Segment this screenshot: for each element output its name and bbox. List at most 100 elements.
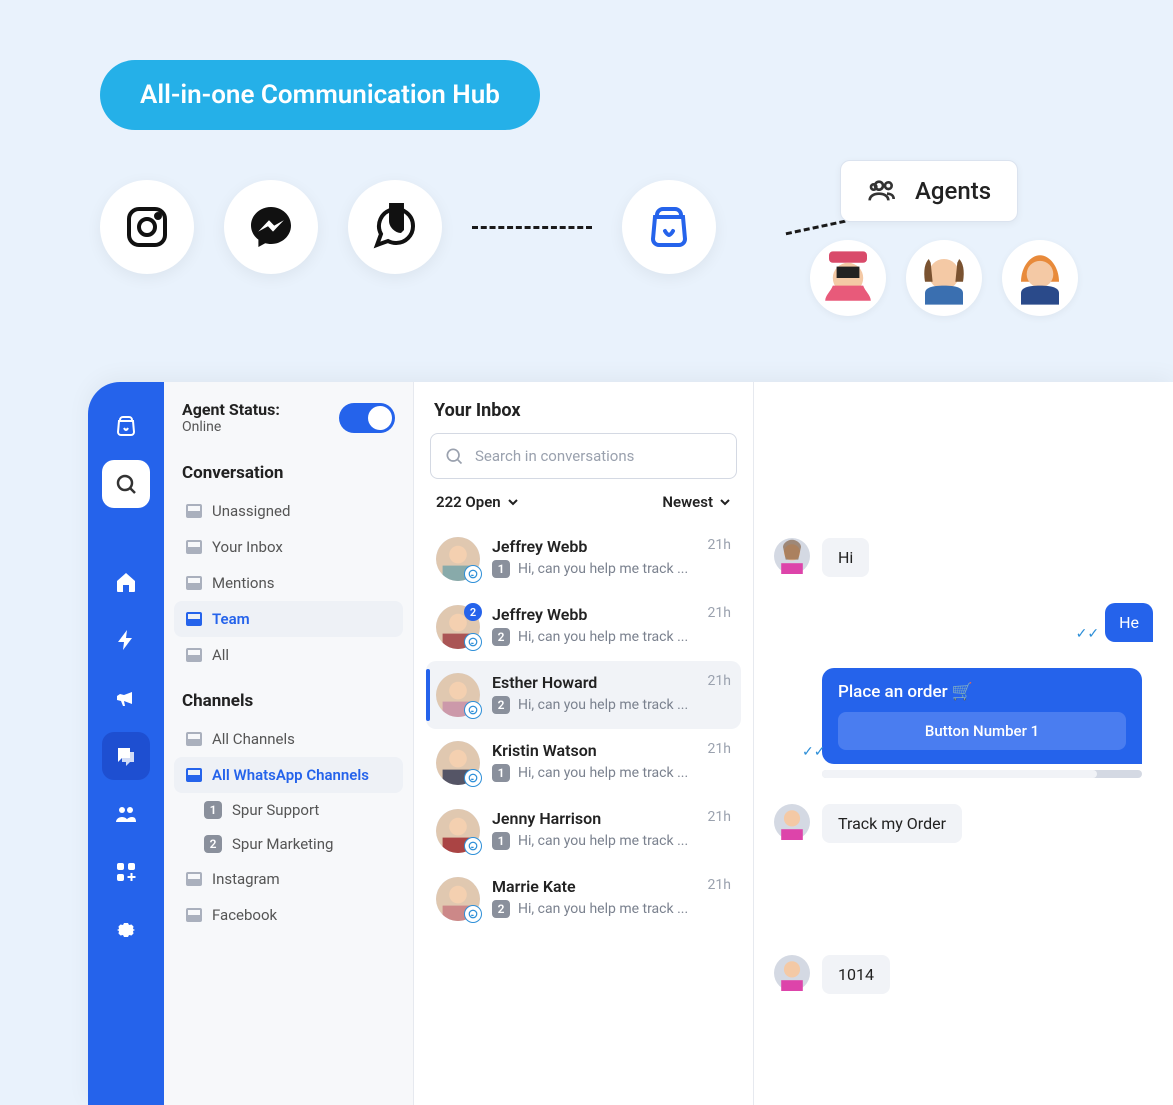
instagram-icon <box>100 180 194 274</box>
avatar <box>436 741 480 785</box>
sort-dropdown[interactable]: Newest <box>662 493 731 511</box>
rail-bolt[interactable] <box>102 616 150 664</box>
conversation-name: Marrie Kate <box>492 877 576 896</box>
conversation-name: Kristin Watson <box>492 741 597 760</box>
search-input[interactable] <box>430 433 737 479</box>
conversation-item[interactable]: Jeffrey Webb 21h 1 Hi, can you help me t… <box>426 525 741 593</box>
conversation-name: Esther Howard <box>492 673 597 692</box>
conversation-time: 21h <box>708 741 731 760</box>
search-icon <box>114 472 138 496</box>
avatar <box>436 537 480 581</box>
rail-apps[interactable] <box>102 848 150 896</box>
sidebar: Agent Status: Online Conversation Unassi… <box>164 382 414 1105</box>
incoming-message: Hi <box>774 538 1153 577</box>
agent-status-value: Online <box>182 419 280 435</box>
nav-all-channels[interactable]: All Channels <box>174 721 403 757</box>
filter-row: 222 Open Newest <box>426 493 741 525</box>
bolt-icon <box>114 628 138 652</box>
gear-icon <box>114 918 138 942</box>
nav-instagram[interactable]: Instagram <box>174 861 403 897</box>
conversation-item[interactable]: 2 Jeffrey Webb 21h 2 Hi, can you help me… <box>426 593 741 661</box>
card-message: ✓✓ Place an order 🛒 Button Number 1 <box>822 668 1142 764</box>
chevron-down-icon <box>719 496 731 508</box>
nav-spur-marketing[interactable]: 2Spur Marketing <box>174 827 403 861</box>
agent-avatar-1 <box>810 240 886 316</box>
inbox-icon <box>186 576 202 590</box>
incoming-message: 1014 <box>774 955 1153 994</box>
whatsapp-icon <box>348 180 442 274</box>
hero-pill: All-in-one Communication Hub <box>100 60 540 130</box>
outgoing-message: ✓✓ He <box>1076 603 1153 642</box>
avatar <box>436 673 480 717</box>
card-button[interactable]: Button Number 1 <box>838 712 1126 750</box>
read-receipt-icon: ✓✓ <box>1076 626 1099 642</box>
inbox-icon <box>186 504 202 518</box>
agent-avatar-2 <box>906 240 982 316</box>
home-icon <box>114 570 138 594</box>
conversation-name: Jeffrey Webb <box>492 537 587 556</box>
conversation-time: 21h <box>708 809 731 828</box>
message-bubble-out: He <box>1105 603 1153 642</box>
channel-badge: 1 <box>492 832 510 850</box>
rail-logo[interactable] <box>102 402 150 450</box>
rail-search[interactable] <box>102 460 150 508</box>
message-bubble: 1014 <box>822 955 890 994</box>
whatsapp-badge-icon <box>464 565 482 583</box>
nav-facebook[interactable]: Facebook <box>174 897 403 933</box>
agent-avatar-3 <box>1002 240 1078 316</box>
avatar <box>774 804 810 840</box>
avatar <box>436 877 480 921</box>
conversation-time: 21h <box>708 605 731 624</box>
conversation-preview: Hi, can you help me track ... <box>518 629 688 645</box>
incoming-message: Track my Order <box>774 804 1153 843</box>
chat-icon <box>114 744 138 768</box>
users-icon <box>114 802 138 826</box>
spur-icon <box>622 180 716 274</box>
nav-all[interactable]: All <box>174 637 403 673</box>
nav-whatsapp-channels[interactable]: All WhatsApp Channels <box>174 757 403 793</box>
nav-team[interactable]: Team <box>174 601 403 637</box>
message-bubble: Hi <box>822 538 869 577</box>
conversation-item[interactable]: Marrie Kate 21h 2 Hi, can you help me tr… <box>426 865 741 933</box>
inbox-icon <box>186 648 202 662</box>
inbox-icon <box>186 908 202 922</box>
inbox-column: Your Inbox 222 Open Newest Jeffrey Webb … <box>414 382 754 1105</box>
channel-badge: 2 <box>492 628 510 646</box>
channels-header: Channels <box>174 673 403 721</box>
conversation-preview: Hi, can you help me track ... <box>518 561 688 577</box>
agent-status-toggle[interactable] <box>339 403 395 433</box>
unread-count-badge: 2 <box>464 603 482 621</box>
conversation-preview: Hi, can you help me track ... <box>518 901 688 917</box>
avatar <box>774 538 810 574</box>
conversation-header: Conversation <box>174 445 403 493</box>
nav-mentions[interactable]: Mentions <box>174 565 403 601</box>
rail-home[interactable] <box>102 558 150 606</box>
conversation-preview: Hi, can you help me track ... <box>518 765 688 781</box>
conversation-preview: Hi, can you help me track ... <box>518 833 688 849</box>
read-receipt-icon: ✓✓ <box>802 744 825 760</box>
conversation-item[interactable]: Esther Howard 21h 2 Hi, can you help me … <box>426 661 741 729</box>
avatar <box>436 809 480 853</box>
rail-megaphone[interactable] <box>102 674 150 722</box>
card-slider[interactable] <box>822 770 1142 778</box>
channel-badge: 2 <box>492 900 510 918</box>
whatsapp-badge-icon <box>464 633 482 651</box>
nav-unassigned[interactable]: Unassigned <box>174 493 403 529</box>
nav-rail <box>88 382 164 1105</box>
search-icon <box>444 446 464 466</box>
channel-badge: 1 <box>492 560 510 578</box>
nav-spur-support[interactable]: 1Spur Support <box>174 793 403 827</box>
app-window: Agent Status: Online Conversation Unassi… <box>88 382 1173 1105</box>
dashed-connector <box>472 226 592 229</box>
conversation-item[interactable]: Kristin Watson 21h 1 Hi, can you help me… <box>426 729 741 797</box>
rail-settings[interactable] <box>102 906 150 954</box>
conversation-time: 21h <box>708 537 731 556</box>
whatsapp-badge-icon <box>464 837 482 855</box>
nav-your-inbox[interactable]: Your Inbox <box>174 529 403 565</box>
rail-users[interactable] <box>102 790 150 838</box>
messenger-icon <box>224 180 318 274</box>
conversation-item[interactable]: Jenny Harrison 21h 1 Hi, can you help me… <box>426 797 741 865</box>
open-count-dropdown[interactable]: 222 Open <box>436 493 519 511</box>
conversation-list: Jeffrey Webb 21h 1 Hi, can you help me t… <box>426 525 741 933</box>
rail-chat[interactable] <box>102 732 150 780</box>
